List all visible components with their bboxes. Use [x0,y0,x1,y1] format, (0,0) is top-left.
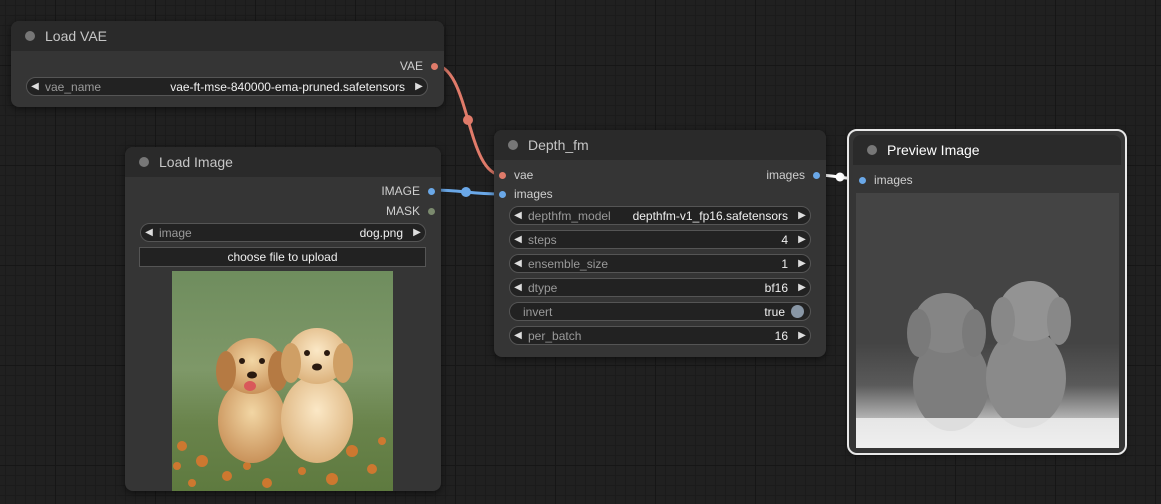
arrow-left-icon[interactable]: ◀ [141,227,157,238]
vae-link-midpoint[interactable] [463,115,473,125]
steps-value: 4 [781,232,788,247]
arrow-right-icon[interactable]: ▶ [794,258,810,269]
steps-label: steps [528,232,557,247]
vae-link[interactable] [433,63,503,177]
image-label: image [159,225,192,240]
preview-image-node[interactable]: Preview Image images [847,129,1127,455]
images-input-slot[interactable]: images [499,185,553,203]
vae-name-label: vae_name [45,79,102,94]
images-input-label: images [514,187,553,201]
depthfm-model-label: depthfm_model [528,208,611,223]
image-link-midpoint[interactable] [461,187,471,197]
toggle-knob-icon[interactable] [791,305,804,318]
loaded-image-preview [172,271,393,491]
preview-image-title: Preview Image [887,142,980,158]
collapse-dot-icon[interactable] [25,31,35,41]
invert-toggle[interactable]: invert true [509,302,811,321]
vae-input-label: vae [514,168,534,182]
dtype-combo[interactable]: ◀ dtype bf16 ▶ [509,278,811,297]
arrow-left-icon[interactable]: ◀ [510,282,526,293]
image-value: dog.png [359,225,403,240]
puppies-photo [173,328,386,488]
depth-fm-title-bar[interactable]: Depth_fm [494,130,826,160]
arrow-left-icon[interactable]: ◀ [510,210,526,221]
mask-output-label: MASK [385,204,420,218]
load-image-node[interactable]: Load Image IMAGE MASK ◀ image dog.png ▶ … [125,147,441,491]
steps-number-widget[interactable]: ◀ steps 4 ▶ [509,230,811,249]
depthfm-model-value: depthfm-v1_fp16.safetensors [632,208,788,223]
depth-map-preview [856,193,1119,448]
depth-fm-node[interactable]: Depth_fm vae images images ◀ depthfm_mod… [494,130,826,357]
images-input-dot-icon[interactable] [859,176,866,184]
dtype-label: dtype [528,280,558,295]
per-batch-value: 16 [774,328,788,343]
collapse-dot-icon[interactable] [508,140,518,150]
vae-name-combo[interactable]: ◀ vae_name vae-ft-mse-840000-ema-pruned.… [26,77,428,96]
preview-images-input-label: images [874,173,913,187]
images-input-dot-icon[interactable] [499,190,506,198]
arrow-right-icon[interactable]: ▶ [794,210,810,221]
preview-image-title-bar[interactable]: Preview Image [853,135,1121,165]
arrow-right-icon[interactable]: ▶ [794,282,810,293]
invert-value: true [764,304,785,319]
vae-output-dot-icon[interactable] [431,62,438,70]
choose-file-button[interactable]: choose file to upload [139,247,426,267]
collapse-dot-icon[interactable] [867,145,877,155]
vae-output-label: VAE [399,59,423,73]
vae-name-value: vae-ft-mse-840000-ema-pruned.safetensors [170,79,405,94]
arrow-right-icon[interactable]: ▶ [794,330,810,341]
arrow-left-icon[interactable]: ◀ [510,330,526,341]
arrow-left-icon[interactable]: ◀ [510,234,526,245]
load-vae-node[interactable]: Load VAE VAE ◀ vae_name vae-ft-mse-84000… [11,21,444,107]
arrow-left-icon[interactable]: ◀ [510,258,526,269]
image-output-label: IMAGE [381,184,420,198]
per-batch-number-widget[interactable]: ◀ per_batch 16 ▶ [509,326,811,345]
images-output-dot-icon[interactable] [813,171,820,179]
images-output-label: images [766,168,805,182]
mask-output-dot-icon[interactable] [428,207,435,215]
arrow-right-icon[interactable]: ▶ [794,234,810,245]
load-vae-title: Load VAE [45,28,108,44]
vae-output-slot[interactable]: VAE [400,57,438,75]
vae-input-slot[interactable]: vae [499,166,533,184]
arrow-right-icon[interactable]: ▶ [411,81,427,92]
image-combo[interactable]: ◀ image dog.png ▶ [140,223,426,242]
arrow-left-icon[interactable]: ◀ [27,81,43,92]
ensemble-size-value: 1 [781,256,788,271]
load-image-title: Load Image [159,154,233,170]
arrow-right-icon[interactable]: ▶ [409,227,425,238]
depthfm-model-combo[interactable]: ◀ depthfm_model depthfm-v1_fp16.safetens… [509,206,811,225]
load-vae-title-bar[interactable]: Load VAE [11,21,444,51]
load-image-title-bar[interactable]: Load Image [125,147,441,177]
preview-link-midpoint[interactable] [835,172,845,182]
dtype-value: bf16 [764,280,788,295]
per-batch-label: per_batch [528,328,582,343]
image-output-slot[interactable]: IMAGE [381,182,435,200]
invert-label: invert [523,304,553,319]
collapse-dot-icon[interactable] [139,157,149,167]
image-output-dot-icon[interactable] [428,187,435,195]
images-input-slot[interactable]: images [859,171,913,189]
images-output-slot[interactable]: images [766,166,820,184]
depth-fm-title: Depth_fm [528,137,589,153]
depth-map-image [856,193,1119,448]
ensemble-size-number-widget[interactable]: ◀ ensemble_size 1 ▶ [509,254,811,273]
mask-output-slot[interactable]: MASK [386,202,435,220]
ensemble-size-label: ensemble_size [528,256,609,271]
vae-input-dot-icon[interactable] [499,171,506,179]
